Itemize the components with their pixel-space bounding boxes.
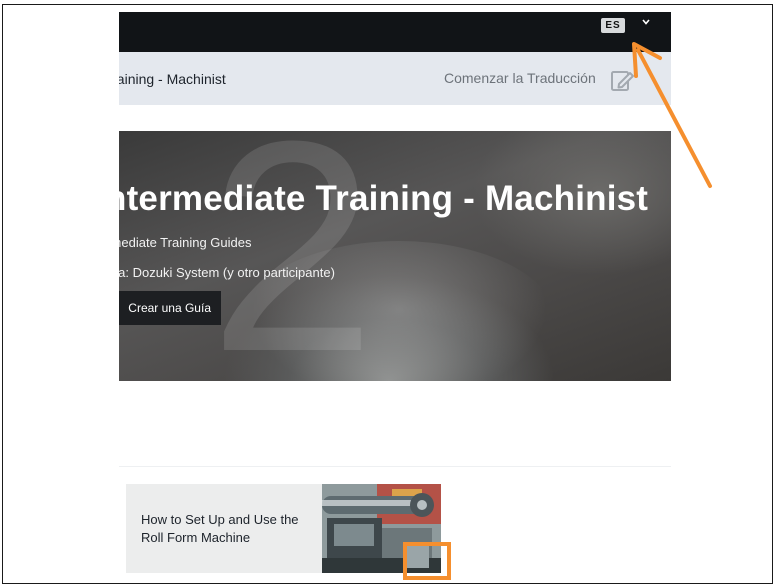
- hero-title: ntermediate Training - Machinist: [119, 179, 649, 218]
- hero-banner: 2 ntermediate Training - Machinist ermed…: [119, 131, 671, 381]
- hero-category-link[interactable]: ermediate Training Guides: [119, 235, 251, 250]
- create-guide-button[interactable]: Crear una Guía: [119, 291, 221, 325]
- guide-breadcrumb-title: ate Training - Machinist: [119, 71, 226, 87]
- annotation-highlight-box: [403, 542, 451, 580]
- language-selector-badge[interactable]: ES: [601, 18, 625, 33]
- start-translation-link[interactable]: Comenzar la Traducción: [444, 70, 596, 86]
- hero-author-text: or/a: Dozuki System (y otro participante…: [119, 265, 335, 280]
- hero-watermark-numeral: 2: [209, 131, 376, 381]
- chevron-down-icon[interactable]: [640, 16, 652, 28]
- guide-card-title[interactable]: How to Set Up and Use the Roll Form Mach…: [141, 511, 311, 547]
- guide-card[interactable]: How to Set Up and Use the Roll Form Mach…: [126, 484, 441, 573]
- top-navbar: [119, 12, 671, 52]
- annotation-arrow-icon: [632, 42, 712, 188]
- section-divider: [119, 466, 671, 467]
